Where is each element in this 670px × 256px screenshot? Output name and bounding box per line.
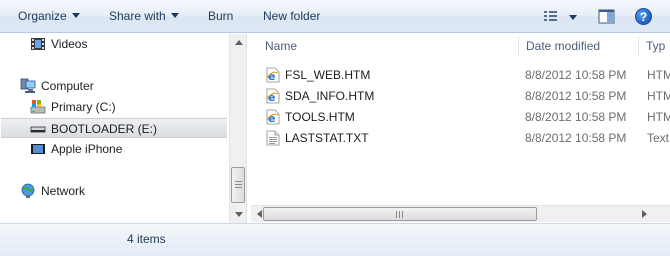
column-header-date-modified[interactable]: Date modified bbox=[526, 34, 600, 58]
arrow-right-icon bbox=[642, 210, 647, 218]
nav-item-label: Apple iPhone bbox=[51, 142, 123, 156]
drive-icon bbox=[30, 100, 46, 114]
column-header-type[interactable]: Typ bbox=[646, 34, 665, 58]
arrow-left-icon bbox=[257, 210, 262, 218]
ie-document-icon: e bbox=[266, 88, 280, 104]
scrollbar-thumb[interactable] bbox=[263, 207, 537, 221]
grip-line bbox=[402, 211, 403, 218]
burn-button[interactable]: Burn bbox=[208, 0, 233, 33]
file-date-modified: 8/8/2012 10:58 PM bbox=[525, 68, 627, 82]
item-count: 4 items bbox=[127, 232, 166, 246]
file-name: LASTSTAT.TXT bbox=[285, 131, 369, 145]
arrow-up-icon bbox=[235, 40, 243, 45]
file-row[interactable]: e FSL_WEB.HTM 8/8/2012 10:58 PM HTM bbox=[251, 65, 670, 86]
file-type: HTM bbox=[647, 68, 670, 82]
file-row[interactable]: LASTSTAT.TXT 8/8/2012 10:58 PM Text bbox=[251, 128, 670, 149]
file-row[interactable]: e SDA_INFO.HTM 8/8/2012 10:58 PM HTM bbox=[251, 86, 670, 107]
nav-item-bootloader-drive[interactable]: BOOTLOADER (E:) bbox=[1, 118, 227, 138]
arrow-down-icon bbox=[235, 212, 243, 217]
burn-label: Burn bbox=[208, 9, 234, 23]
removable-drive-icon bbox=[30, 126, 46, 133]
file-row[interactable]: e TOOLS.HTM 8/8/2012 10:58 PM HTM bbox=[251, 107, 670, 128]
command-bar: Organize Share with Burn New folder ? bbox=[0, 0, 670, 33]
nav-item-label: Videos bbox=[51, 37, 88, 51]
navigation-pane: Videos Computer Primary (C:) BOOTLOADER … bbox=[0, 34, 247, 223]
scroll-down-button[interactable] bbox=[230, 206, 247, 223]
file-type: HTM bbox=[647, 110, 670, 124]
file-name: SDA_INFO.HTM bbox=[285, 89, 375, 103]
video-folder-icon bbox=[31, 38, 45, 50]
organize-button[interactable]: Organize bbox=[18, 0, 80, 33]
column-divider[interactable] bbox=[518, 36, 519, 56]
column-header-name[interactable]: Name bbox=[265, 34, 297, 58]
scrollbar-thumb[interactable] bbox=[231, 167, 245, 203]
nav-item-label: Network bbox=[41, 184, 86, 198]
new-folder-label: New folder bbox=[263, 9, 321, 23]
grip-line bbox=[399, 211, 400, 218]
file-type: HTM bbox=[647, 89, 670, 103]
text-document-icon bbox=[266, 130, 280, 146]
nav-item-label: Computer bbox=[41, 79, 94, 93]
computer-icon bbox=[20, 78, 36, 93]
grip-line bbox=[396, 211, 397, 218]
view-list-icon bbox=[544, 11, 577, 21]
file-list: Name Date modified Typ e FSL_WEB.HTM 8/8… bbox=[251, 34, 670, 223]
file-date-modified: 8/8/2012 10:58 PM bbox=[525, 131, 627, 145]
change-view-button[interactable] bbox=[543, 8, 577, 25]
network-icon bbox=[21, 183, 35, 198]
organize-label: Organize bbox=[18, 9, 67, 23]
ie-document-icon: e bbox=[266, 109, 280, 125]
ie-document-icon: e bbox=[266, 67, 280, 83]
column-divider[interactable] bbox=[638, 36, 639, 56]
file-name: FSL_WEB.HTM bbox=[285, 68, 371, 82]
nav-item-label: BOOTLOADER (E:) bbox=[51, 122, 158, 136]
file-type: Text bbox=[647, 131, 670, 145]
grip-line bbox=[235, 181, 242, 182]
status-bar: 4 items bbox=[0, 223, 670, 256]
scroll-up-button[interactable] bbox=[230, 34, 247, 51]
file-name: TOOLS.HTM bbox=[285, 110, 355, 124]
phone-icon bbox=[31, 144, 45, 154]
file-date-modified: 8/8/2012 10:58 PM bbox=[525, 110, 627, 124]
preview-pane-button[interactable] bbox=[598, 8, 615, 25]
file-date-modified: 8/8/2012 10:58 PM bbox=[525, 89, 627, 103]
chevron-down-icon bbox=[71, 13, 80, 18]
preview-pane-icon bbox=[598, 9, 615, 24]
grip-line bbox=[235, 184, 242, 185]
grip-line bbox=[235, 187, 242, 188]
scroll-right-button[interactable] bbox=[636, 206, 653, 223]
help-icon[interactable]: ? bbox=[635, 8, 652, 25]
navigation-pane-scrollbar[interactable] bbox=[229, 34, 246, 223]
file-list-horizontal-scrollbar[interactable] bbox=[251, 205, 670, 222]
nav-item-label: Primary (C:) bbox=[51, 100, 116, 114]
chevron-down-icon bbox=[170, 13, 179, 18]
share-with-button[interactable]: Share with bbox=[109, 0, 179, 33]
new-folder-button[interactable]: New folder bbox=[263, 0, 320, 33]
share-with-label: Share with bbox=[109, 9, 166, 23]
